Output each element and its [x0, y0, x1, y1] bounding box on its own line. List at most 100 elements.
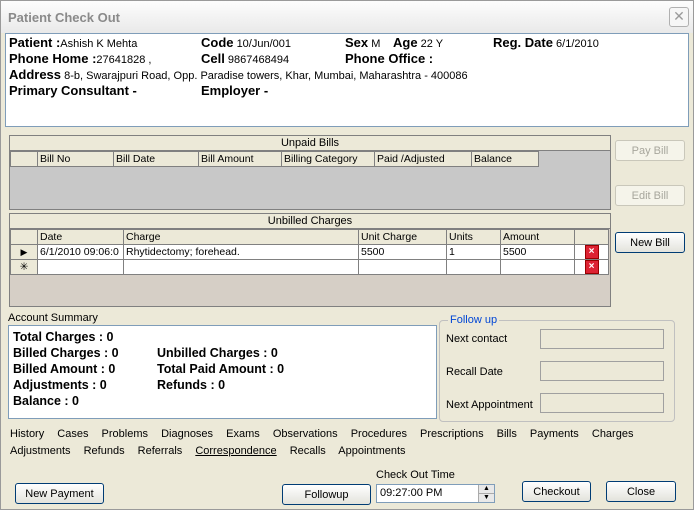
- recall-date-label: Recall Date: [446, 366, 503, 378]
- patient-age: Age 22 Y: [393, 35, 444, 50]
- cell-units[interactable]: 1: [446, 244, 501, 260]
- unpaid-bills-table: Bill No Bill Date Bill Amount Billing Ca…: [10, 151, 539, 167]
- delete-icon: ×: [584, 245, 599, 259]
- col-amount[interactable]: Amount: [500, 229, 575, 245]
- link-bills[interactable]: Bills: [497, 428, 517, 440]
- followup-group: Follow up Next contact Recall Date Next …: [439, 314, 675, 422]
- checkout-time-value: 09:27:00 PM: [380, 487, 443, 499]
- refunds: Refunds : 0: [157, 378, 226, 392]
- link-procedures[interactable]: Procedures: [351, 428, 407, 440]
- patient-sex: Sex M: [345, 35, 381, 50]
- total-paid-amount: Total Paid Amount : 0: [157, 362, 285, 376]
- account-summary-panel: Total Charges : 0 Billed Charges : 0 Bil…: [8, 325, 437, 419]
- registration-date: Reg. Date 6/1/2010: [493, 35, 599, 50]
- cell-amount[interactable]: 5500: [500, 244, 575, 260]
- unbilled-charges-table: Date Charge Unit Charge Units Amount ▶ 6…: [10, 229, 609, 275]
- link-referrals[interactable]: Referrals: [138, 445, 183, 457]
- checkout-time-field[interactable]: 09:27:00 PM ▲ ▼: [376, 484, 495, 503]
- new-row[interactable]: ✳ ×: [10, 259, 609, 275]
- checkout-time-label: Check Out Time: [376, 469, 455, 481]
- next-contact-field[interactable]: [540, 329, 664, 349]
- col-balance[interactable]: Balance: [471, 151, 539, 167]
- link-cases[interactable]: Cases: [57, 428, 88, 440]
- col-date[interactable]: Date: [37, 229, 124, 245]
- link-exams[interactable]: Exams: [226, 428, 260, 440]
- col-billing-category[interactable]: Billing Category: [281, 151, 375, 167]
- link-adjustments[interactable]: Adjustments: [10, 445, 71, 457]
- patient-code: Code 10/Jun/001: [201, 35, 291, 50]
- link-diagnoses[interactable]: Diagnoses: [161, 428, 213, 440]
- primary-consultant: Primary Consultant -: [9, 83, 137, 98]
- link-correspondence[interactable]: Correspondence: [195, 445, 276, 457]
- patient-checkout-window: Patient Check Out ✕ Patient :Ashish K Me…: [0, 0, 694, 510]
- col-bill-date[interactable]: Bill Date: [113, 151, 199, 167]
- link-prescriptions[interactable]: Prescriptions: [420, 428, 484, 440]
- spin-up-icon[interactable]: ▲: [478, 485, 494, 494]
- new-bill-button[interactable]: New Bill: [615, 232, 685, 253]
- table-row[interactable]: ▶ 6/1/2010 09:06:0 Rhytidectomy; forehea…: [10, 244, 609, 260]
- next-appointment-field[interactable]: [540, 393, 664, 413]
- col-unit-charge[interactable]: Unit Charge: [358, 229, 447, 245]
- col-bill-no[interactable]: Bill No: [37, 151, 114, 167]
- col-units[interactable]: Units: [446, 229, 501, 245]
- new-row-marker: ✳: [10, 259, 38, 275]
- col-charge[interactable]: Charge: [123, 229, 359, 245]
- cell-date[interactable]: 6/1/2010 09:06:0: [37, 244, 124, 260]
- patient-info-panel: Patient :Ashish K Mehta Code 10/Jun/001 …: [5, 33, 689, 127]
- total-charges: Total Charges : 0: [13, 330, 114, 344]
- unpaid-bills-caption: Unpaid Bills: [10, 136, 610, 151]
- link-problems[interactable]: Problems: [102, 428, 148, 440]
- followup-legend: Follow up: [448, 314, 500, 326]
- delete-row-button[interactable]: ×: [574, 244, 609, 260]
- next-contact-label: Next contact: [446, 333, 508, 345]
- edit-bill-button[interactable]: Edit Bill: [615, 185, 685, 206]
- unbilled-charges-grid[interactable]: Unbilled Charges Date Charge Unit Charge…: [9, 213, 611, 307]
- new-cell-unit-charge[interactable]: [358, 259, 447, 275]
- spin-down-icon[interactable]: ▼: [478, 494, 494, 502]
- col-delete: [574, 229, 609, 245]
- address: Address 8-b, Swarajpuri Road, Opp. Parad…: [9, 67, 468, 82]
- delete-icon: ×: [584, 260, 599, 274]
- patient-name: Patient :Ashish K Mehta: [9, 35, 138, 50]
- current-row-marker: ▶: [10, 244, 38, 260]
- new-cell-charge[interactable]: [123, 259, 359, 275]
- link-history[interactable]: History: [10, 428, 44, 440]
- balance: Balance : 0: [13, 394, 80, 408]
- close-window-button[interactable]: ✕: [669, 7, 689, 27]
- unbilled-charges-caption: Unbilled Charges: [10, 214, 610, 229]
- checkout-button[interactable]: Checkout: [522, 481, 591, 502]
- link-observations[interactable]: Observations: [273, 428, 338, 440]
- account-summary-title: Account Summary: [8, 312, 98, 324]
- billed-amount: Billed Amount : 0: [13, 362, 116, 376]
- adjustments: Adjustments : 0: [13, 378, 107, 392]
- row-selector-header: [10, 151, 38, 167]
- new-payment-button[interactable]: New Payment: [15, 483, 104, 504]
- nav-links-row2: Adjustments Refunds Referrals Correspond…: [10, 445, 416, 457]
- new-cell-date[interactable]: [37, 259, 124, 275]
- followup-button[interactable]: Followup: [282, 484, 371, 505]
- link-appointments[interactable]: Appointments: [338, 445, 405, 457]
- close-button[interactable]: Close: [606, 481, 676, 502]
- pay-bill-button[interactable]: Pay Bill: [615, 140, 685, 161]
- unbilled-charges: Unbilled Charges : 0: [157, 346, 278, 360]
- delete-new-row-button[interactable]: ×: [574, 259, 609, 275]
- link-payments[interactable]: Payments: [530, 428, 579, 440]
- nav-links-row1: History Cases Problems Diagnoses Exams O…: [10, 428, 643, 440]
- title-bar: Patient Check Out ✕: [1, 1, 693, 33]
- col-bill-amount[interactable]: Bill Amount: [198, 151, 282, 167]
- employer: Employer -: [201, 83, 269, 98]
- new-cell-units[interactable]: [446, 259, 501, 275]
- row-selector-header: [10, 229, 38, 245]
- link-charges[interactable]: Charges: [592, 428, 634, 440]
- new-cell-amount[interactable]: [500, 259, 575, 275]
- link-refunds[interactable]: Refunds: [84, 445, 125, 457]
- next-appointment-label: Next Appointment: [446, 399, 533, 411]
- cell-unit-charge[interactable]: 5500: [358, 244, 447, 260]
- unbilled-header: Date Charge Unit Charge Units Amount: [10, 229, 609, 245]
- cell-charge[interactable]: Rhytidectomy; forehead.: [123, 244, 359, 260]
- recall-date-field[interactable]: [540, 361, 664, 381]
- unpaid-bills-grid[interactable]: Unpaid Bills Bill No Bill Date Bill Amou…: [9, 135, 611, 210]
- phone-home: Phone Home :27641828 ,: [9, 51, 152, 66]
- col-paid-adjusted[interactable]: Paid /Adjusted: [374, 151, 472, 167]
- link-recalls[interactable]: Recalls: [290, 445, 326, 457]
